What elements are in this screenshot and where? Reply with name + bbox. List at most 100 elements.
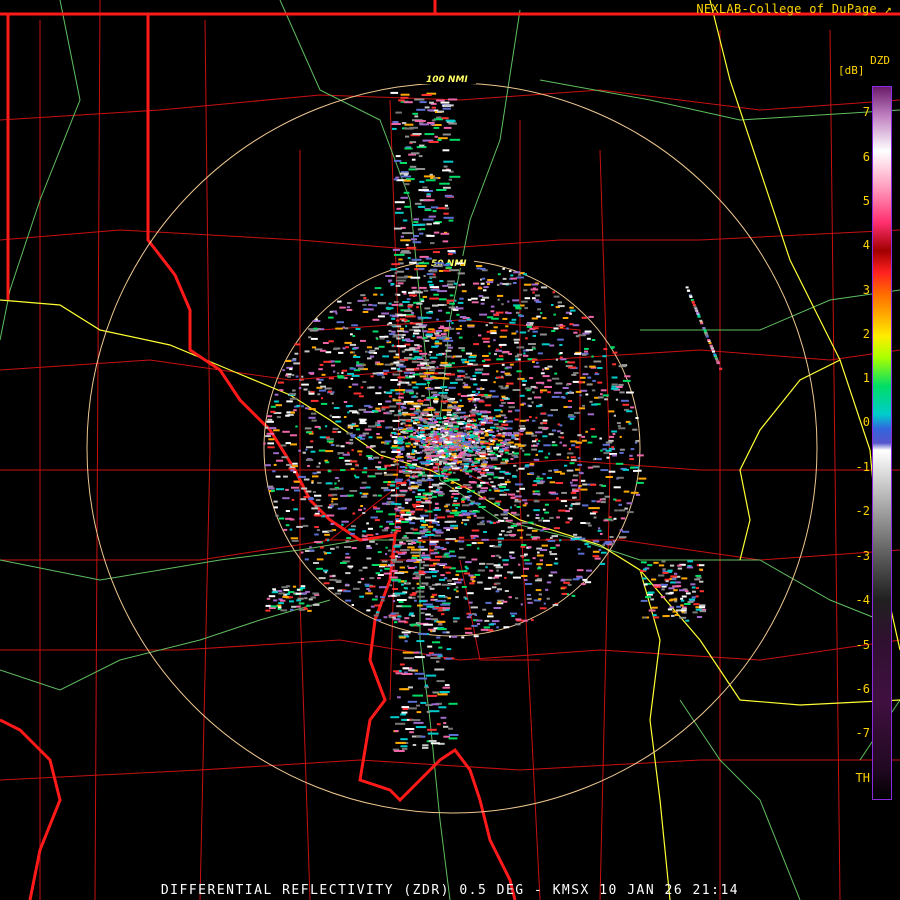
radar-echo <box>513 464 517 467</box>
radar-echo <box>298 608 306 611</box>
radar-echo <box>328 316 334 319</box>
radar-echo <box>613 498 617 501</box>
radar-echo <box>314 514 323 517</box>
radar-echo <box>377 577 381 580</box>
radar-echo <box>515 307 522 310</box>
radar-echo <box>416 432 420 434</box>
radar-echo <box>527 343 536 345</box>
radar-echo <box>428 486 433 489</box>
radar-echo <box>408 291 416 294</box>
radar-echo <box>390 379 398 381</box>
radar-echo <box>528 546 532 549</box>
radar-echo <box>447 250 456 253</box>
external-link-icon[interactable]: ↗ <box>884 2 892 16</box>
radar-echo <box>413 410 421 413</box>
radar-echo <box>570 309 576 312</box>
radar-echo <box>327 530 333 532</box>
radar-echo <box>294 343 301 346</box>
radar-echo <box>467 486 473 489</box>
radar-echo <box>362 380 367 383</box>
radar-echo <box>351 449 354 452</box>
radar-echo <box>416 108 426 111</box>
radar-echo <box>313 327 318 330</box>
radar-echo <box>362 311 369 313</box>
radar-echo <box>385 546 388 549</box>
radar-echo <box>331 497 338 500</box>
radar-echo <box>485 601 492 604</box>
radar-echo <box>549 536 553 539</box>
radar-echo <box>452 465 457 468</box>
radar-echo <box>310 337 318 340</box>
radar-echo <box>501 447 507 450</box>
radar-echo <box>531 283 539 286</box>
radar-echo <box>351 324 358 327</box>
radar-echo <box>675 581 681 584</box>
radar-echo <box>480 489 487 492</box>
radar-echo <box>431 106 436 109</box>
radar-echo <box>540 391 543 394</box>
radar-echo <box>589 365 596 368</box>
radar-echo <box>520 427 526 430</box>
radar-echo <box>580 583 586 586</box>
radar-echo <box>480 379 488 382</box>
radar-echo <box>345 572 351 575</box>
radar-echo <box>436 523 440 526</box>
radar-echo <box>443 448 448 451</box>
radar-echo <box>319 389 326 392</box>
radar-echo <box>490 426 496 429</box>
radar-echo <box>463 570 468 573</box>
radar-echo <box>391 569 398 572</box>
radar-echo <box>430 431 434 434</box>
radar-echo <box>446 454 449 457</box>
radar-echo <box>464 597 468 600</box>
radar-echo <box>480 442 484 445</box>
radar-echo <box>597 396 604 399</box>
radar-echo <box>553 295 560 298</box>
radar-echo <box>303 478 310 481</box>
radar-echo <box>447 462 456 465</box>
radar-echo <box>455 355 462 358</box>
radar-echo <box>353 392 362 395</box>
radar-echo <box>618 536 627 539</box>
radar-echo <box>547 414 554 417</box>
radar-echo <box>529 463 535 466</box>
radar-echo <box>442 149 450 152</box>
radar-echo <box>446 320 452 322</box>
radar-echo <box>429 559 440 562</box>
radar-echo <box>670 575 677 578</box>
radar-echo <box>424 339 430 342</box>
radar-echo <box>453 471 456 474</box>
radar-echo <box>285 414 290 417</box>
radar-echo <box>508 441 514 444</box>
radar-echo <box>405 728 415 730</box>
radar-echo <box>426 479 434 481</box>
radar-echo <box>502 559 509 562</box>
radar-echo <box>451 635 458 638</box>
radar-echo <box>406 460 412 463</box>
radar-echo <box>396 207 402 210</box>
radar-echo <box>426 311 433 314</box>
radar-echo <box>488 352 491 355</box>
radar-echo <box>487 465 494 468</box>
radar-echo <box>430 206 439 209</box>
radar-echo <box>612 540 615 543</box>
radar-echo <box>424 571 430 573</box>
radar-echo <box>430 123 435 126</box>
radar-echo <box>359 422 367 425</box>
radar-echo <box>433 222 440 225</box>
radar-echo <box>412 459 418 461</box>
radar-echo <box>340 445 345 448</box>
radar-echo <box>380 456 384 459</box>
radar-echo <box>414 98 425 101</box>
radar-echo <box>298 449 301 452</box>
radar-echo <box>289 368 293 371</box>
radar-echo <box>609 346 615 349</box>
radar-echo <box>399 327 404 330</box>
radar-echo <box>425 576 431 579</box>
radar-echo <box>453 282 458 285</box>
radar-echo <box>484 460 487 463</box>
radar-echo <box>450 481 455 484</box>
radar-echo <box>477 391 481 394</box>
radar-echo <box>395 514 400 517</box>
radar-echo <box>457 272 465 275</box>
